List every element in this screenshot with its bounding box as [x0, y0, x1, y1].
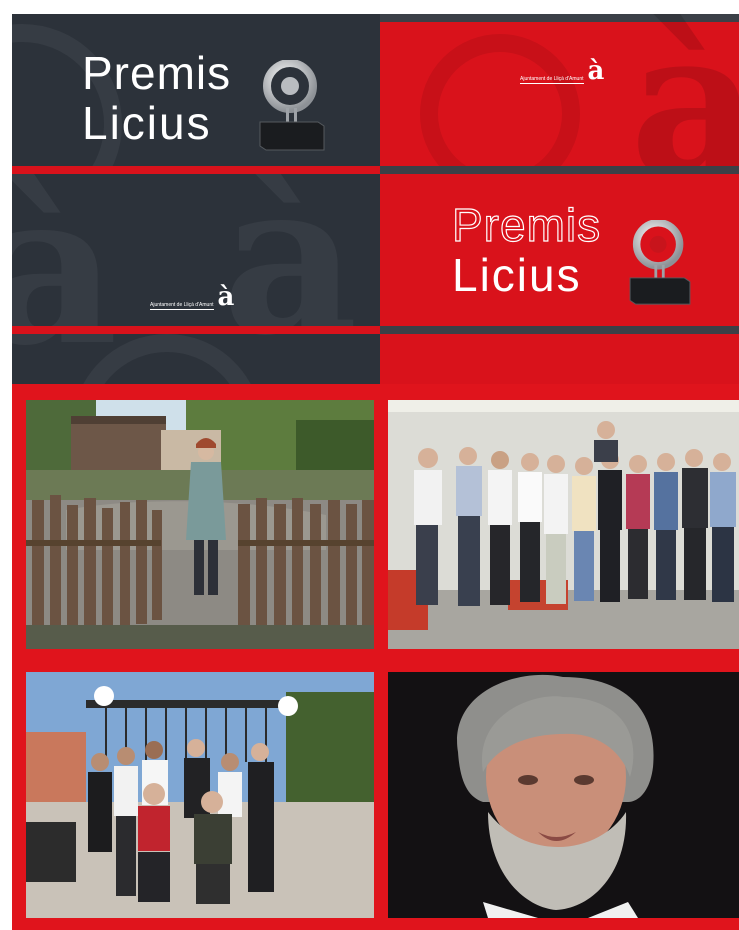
banner-quadrant-bottom-right: Premis Licius — [380, 174, 739, 384]
banner-title-premis-outline: Premis — [451, 199, 602, 251]
photo-portrait-man — [388, 672, 739, 918]
photo-group-indoors-image — [388, 400, 739, 649]
photo-woman-at-fence-image — [26, 400, 374, 649]
dark-stripe — [380, 326, 739, 334]
ajuntament-logo-text: Ajuntament de Lliçà d'Amunt — [520, 76, 584, 84]
ajuntament-logo: Ajuntament de Lliçà d'Amunt à — [520, 58, 604, 84]
ajuntament-a-icon: à — [587, 56, 605, 86]
banner-quadrant-bottom-left: à à Ajuntament de Lliçà d'Amunt à — [12, 174, 380, 384]
trophy-icon — [629, 220, 691, 305]
a-letter-watermark: à — [630, 14, 739, 174]
red-stripe — [12, 166, 380, 174]
photo-group-indoors — [388, 400, 739, 649]
trophy-icon — [259, 60, 325, 151]
ajuntament-logo-text: Ajuntament de Lliçà d'Amunt — [150, 302, 214, 310]
banner-title-premis: Premis — [82, 47, 232, 99]
photo-grid — [12, 384, 739, 930]
ajuntament-a-icon: à — [217, 282, 235, 312]
banner-quadrant-top-right: à Ajuntament de Lliçà d'Amunt à — [380, 14, 739, 174]
trophy-watermark — [420, 34, 580, 174]
red-stripe — [12, 326, 380, 334]
photo-portrait-man-image — [388, 672, 739, 918]
banner-title-licius: Licius — [452, 249, 582, 301]
dark-stripe — [380, 166, 739, 174]
ajuntament-logo: Ajuntament de Lliçà d'Amunt à — [150, 284, 234, 310]
premis-licius-banner: Premis Licius à Ajuntament de Lliçà d'Am… — [12, 14, 739, 384]
photo-woman-at-fence — [26, 400, 374, 649]
photo-family-outdoors — [26, 672, 374, 918]
photo-family-outdoors-image — [26, 672, 374, 918]
a-letter-watermark: à — [12, 174, 119, 384]
a-letter-watermark: à — [222, 174, 359, 382]
banner-title-licius: Licius — [82, 97, 212, 149]
banner-quadrant-top-left: Premis Licius — [12, 14, 380, 174]
